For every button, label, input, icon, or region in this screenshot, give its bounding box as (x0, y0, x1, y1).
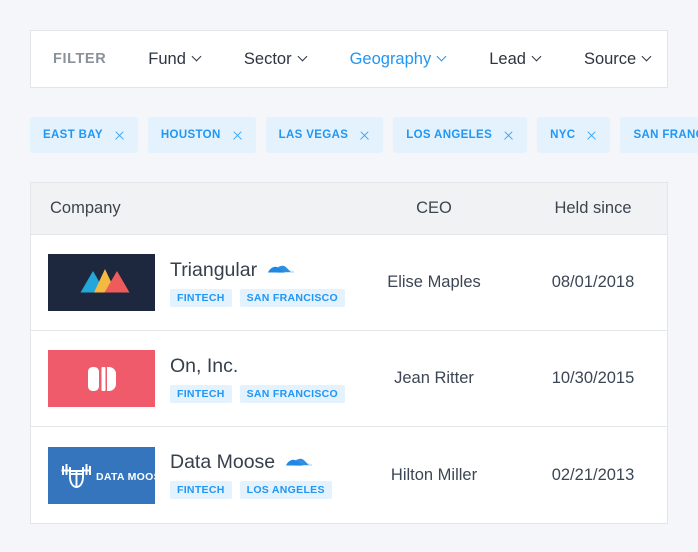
filter-chip-label: EAST BAY (43, 129, 103, 141)
column-header-ceo[interactable]: CEO (349, 199, 519, 218)
filter-dropdown-geography-label: Geography (349, 49, 432, 68)
company-meta: Data Moose FINTECH LOS ANGELES (170, 451, 332, 499)
filter-chip-east-bay[interactable]: EAST BAY (30, 117, 138, 153)
filter-bar-label: FILTER (53, 51, 107, 67)
close-icon[interactable] (232, 130, 243, 141)
company-name: Data Moose (170, 451, 276, 473)
company-name-line: On, Inc. (170, 355, 345, 378)
chevron-down-icon (299, 53, 308, 62)
filter-dropdown-lead-label: Lead (489, 49, 526, 68)
ceo-name: Hilton Miller (390, 465, 478, 484)
badge-geography: SAN FRANCISCO (239, 384, 346, 403)
chevron-down-icon (193, 53, 202, 62)
chevron-down-icon (643, 53, 652, 62)
company-cell: Triangular FINTECH SAN FRANCISCO (31, 254, 349, 311)
company-logo-on-inc (48, 350, 155, 407)
company-badges: FINTECH LOS ANGELES (170, 481, 332, 499)
logo-wordmark: DATA MOOSE (96, 471, 155, 483)
table-header-row: Company CEO Held since (31, 183, 667, 235)
filter-dropdown-sector-label: Sector (243, 49, 292, 68)
company-cell: On, Inc. FINTECH SAN FRANCISCO (31, 350, 349, 407)
cloud-wave-icon (268, 265, 295, 273)
filter-chip-san-francisco[interactable]: SAN FRANCISCO (620, 117, 698, 153)
company-table: Company CEO Held since Triangular FINTEC… (30, 182, 668, 524)
table-row[interactable]: DATA MOOSE Data Moose FINTECH LOS ANGELE… (31, 427, 667, 523)
filter-chip-label: SAN FRANCISCO (633, 129, 698, 141)
company-meta: Triangular FINTECH SAN FRANCISCO (170, 259, 346, 307)
badge-sector: FINTECH (170, 288, 232, 307)
filter-chip-las-vegas[interactable]: LAS VEGAS (265, 117, 384, 153)
filter-dropdown-fund-label: Fund (148, 49, 186, 68)
held-since-date: 08/01/2018 (551, 273, 635, 291)
company-badges: FINTECH SAN FRANCISCO (170, 384, 346, 403)
held-since-date: 10/30/2015 (551, 369, 635, 387)
table-row[interactable]: Triangular FINTECH SAN FRANCISCO Elise M… (31, 235, 667, 331)
column-header-company[interactable]: Company (31, 199, 349, 218)
close-icon[interactable] (114, 130, 125, 141)
moose-logo-icon: DATA MOOSE (48, 446, 155, 504)
filter-chip-los-angeles[interactable]: LOS ANGELES (393, 117, 528, 153)
company-meta: On, Inc. FINTECH SAN FRANCISCO (170, 355, 346, 403)
filter-dropdown-source-label: Source (583, 49, 637, 68)
filter-chip-label: HOUSTON (160, 129, 221, 141)
filter-dropdown-fund[interactable]: Fund (148, 50, 202, 69)
filter-dropdown-geography[interactable]: Geography (350, 50, 448, 69)
ceo-name: Jean Ritter (394, 369, 474, 387)
ceo-name: Elise Maples (387, 273, 481, 291)
triangles-logo-icon (48, 254, 155, 311)
company-name-line: Data Moose (170, 451, 332, 474)
table-row[interactable]: On, Inc. FINTECH SAN FRANCISCO Jean Ritt… (31, 331, 667, 427)
company-name: On, Inc. (170, 354, 239, 377)
filter-chip-label: NYC (550, 129, 576, 141)
badge-sector: FINTECH (170, 481, 232, 499)
badge-geography: SAN FRANCISCO (239, 288, 346, 307)
column-header-held-since[interactable]: Held since (519, 199, 667, 218)
filter-dropdown-source[interactable]: Source (584, 50, 652, 69)
company-logo-triangular (48, 254, 155, 311)
filter-dropdown-lead[interactable]: Lead (489, 50, 542, 69)
chevron-down-icon (533, 53, 542, 62)
held-since-date: 02/21/2013 (551, 465, 635, 484)
badge-geography: LOS ANGELES (239, 481, 332, 499)
company-badges: FINTECH SAN FRANCISCO (170, 288, 346, 307)
filter-chip-nyc[interactable]: NYC (537, 117, 611, 153)
filter-chip-houston[interactable]: HOUSTON (147, 117, 256, 153)
company-name-line: Triangular (170, 259, 345, 282)
company-logo-data-moose: DATA MOOSE (48, 446, 155, 504)
badge-sector: FINTECH (170, 384, 232, 403)
chevron-down-icon (438, 53, 447, 62)
filter-chip-label: LOS ANGELES (406, 129, 493, 141)
filter-chip-label: LAS VEGAS (278, 129, 349, 141)
active-filter-chips: EAST BAY HOUSTON LAS VEGAS LOS ANGELES N… (30, 117, 698, 153)
close-icon[interactable] (359, 130, 370, 141)
filter-bar: FILTER Fund Sector Geography Lead Source (30, 30, 668, 88)
filter-dropdown-sector[interactable]: Sector (244, 50, 308, 69)
close-icon[interactable] (503, 130, 514, 141)
company-cell: DATA MOOSE Data Moose FINTECH LOS ANGELE… (31, 446, 349, 504)
on-mark-logo-icon (48, 350, 155, 407)
close-icon[interactable] (586, 130, 597, 141)
company-name: Triangular (170, 258, 258, 281)
cloud-wave-icon (286, 458, 313, 466)
